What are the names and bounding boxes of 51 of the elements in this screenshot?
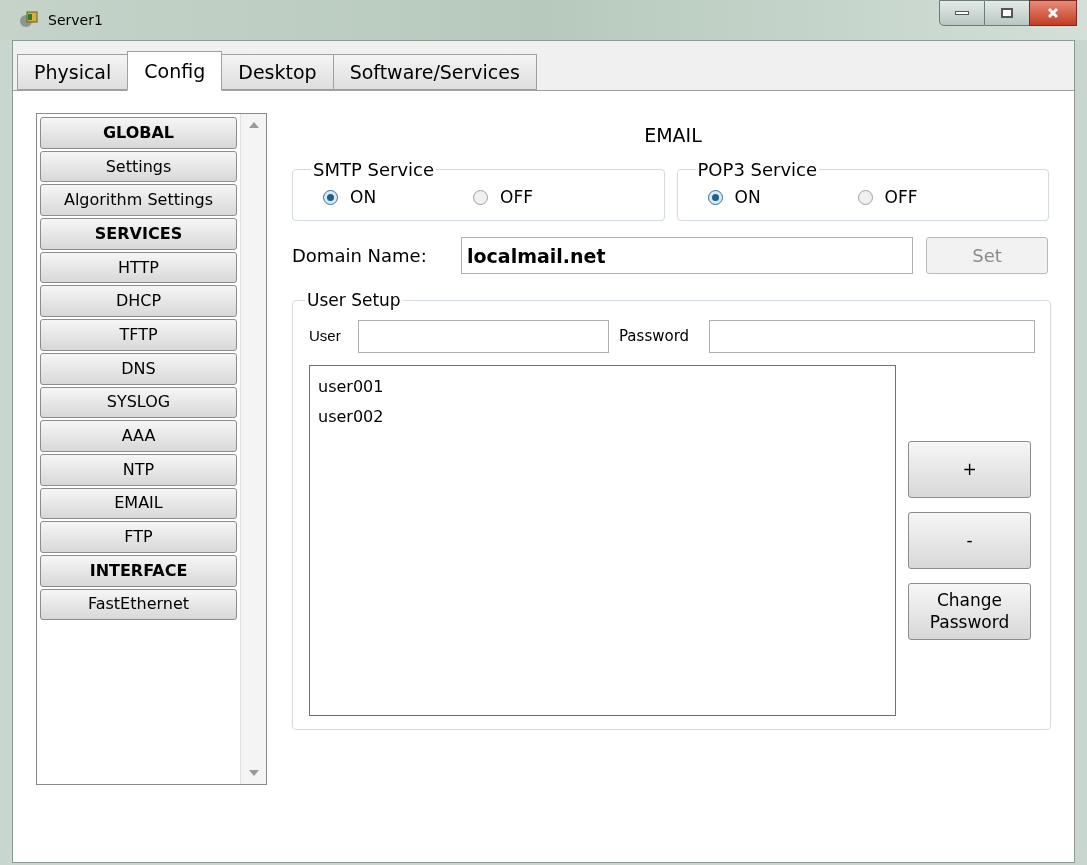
tab[interactable]: Config [127, 51, 223, 91]
password-input[interactable] [709, 319, 1035, 353]
maximize-button[interactable] [985, 0, 1029, 26]
close-button[interactable] [1029, 0, 1077, 26]
window-title: Server1 [48, 10, 103, 30]
action-button[interactable]: Change Password [908, 582, 1031, 640]
action-button[interactable]: + [908, 440, 1031, 498]
sidebar-item[interactable]: TFTP [40, 319, 237, 351]
list-item[interactable]: user002 [318, 401, 895, 432]
group-title: POP3 Service [696, 157, 819, 182]
tab[interactable]: Desktop [221, 54, 334, 90]
radio-button[interactable] [707, 189, 723, 205]
radio-button[interactable] [473, 189, 488, 205]
sidebar-item[interactable]: Settings [40, 150, 237, 183]
radio-button[interactable] [857, 189, 873, 205]
minimize-button[interactable] [939, 0, 985, 26]
radio-option[interactable]: ON [707, 184, 798, 210]
domain-input[interactable]: localmail.net [461, 237, 913, 274]
sidebar-item[interactable]: SYSLOG [40, 386, 237, 419]
sidebar-item[interactable]: Algorithm Settings [40, 184, 237, 217]
tab[interactable]: Physical [17, 54, 129, 90]
sidebar-item[interactable]: HTTP [40, 251, 237, 284]
sidebar-header[interactable]: SERVICES [40, 218, 237, 250]
sidebar-item[interactable]: FTP [40, 521, 237, 553]
sidebar-item[interactable]: AAA [40, 420, 237, 452]
group-title: User Setup [306, 289, 402, 312]
field-label: Password [619, 325, 691, 347]
radio-option[interactable]: OFF [473, 184, 563, 210]
field-label: User [309, 325, 342, 346]
sidebar-header[interactable]: INTERFACE [40, 554, 237, 587]
scroll-down-icon[interactable] [248, 770, 259, 776]
user-input[interactable] [358, 319, 609, 353]
sidebar-header[interactable]: GLOBAL [40, 117, 237, 149]
scroll-up-icon[interactable] [248, 122, 259, 128]
sidebar-item[interactable]: DHCP [40, 285, 237, 318]
close-icon [1047, 7, 1059, 19]
sidebar-item[interactable]: DNS [40, 352, 237, 385]
list-item[interactable]: user001 [318, 371, 895, 402]
user-list[interactable]: user001 user002 [309, 364, 896, 716]
tab[interactable]: Software/Services [332, 54, 537, 90]
sidebar-item[interactable]: FastEthernet [40, 588, 237, 621]
scrollbar[interactable] [240, 114, 266, 784]
sidebar-item[interactable]: NTP [40, 453, 237, 486]
radio-option[interactable]: ON [323, 184, 413, 210]
radio-option[interactable]: OFF [857, 184, 948, 210]
field-label: Domain Name: [292, 244, 428, 268]
action-button[interactable]: - [908, 511, 1031, 569]
group-title: SMTP Service [312, 157, 436, 182]
panel-title: EMAIL [643, 123, 703, 148]
radio-button[interactable] [323, 189, 338, 205]
sidebar-item[interactable]: EMAIL [40, 487, 237, 520]
